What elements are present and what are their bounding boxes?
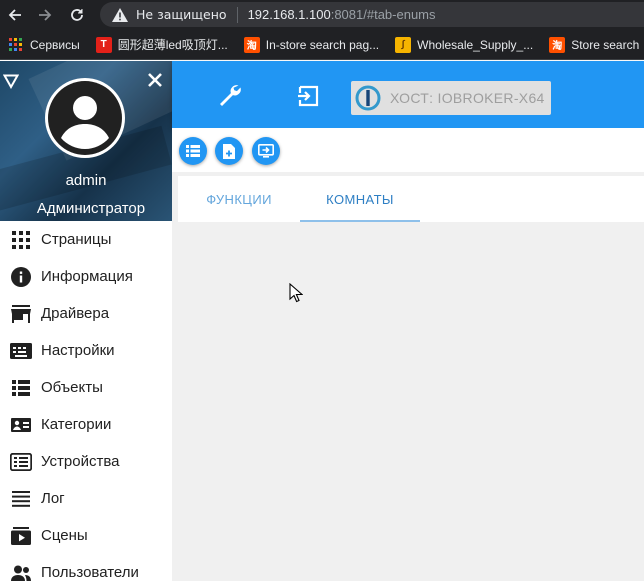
url-field[interactable]: Не защищено 192.168.1.100:8081/#tab-enum… bbox=[100, 2, 644, 27]
host-selector[interactable]: ХОСТ: IOBROKER-X64 bbox=[351, 81, 551, 115]
user-role: Администратор bbox=[36, 200, 146, 217]
sidebar: admin Администратор Страницы Информация bbox=[0, 61, 172, 581]
menu-item-categories[interactable]: Категории bbox=[0, 406, 172, 443]
tab-bar: ФУНКЦИИ КОМНАТЫ bbox=[178, 176, 644, 222]
menu-item-label: Драйвера bbox=[41, 305, 110, 322]
device-list-icon bbox=[10, 451, 32, 473]
apps-grid-icon bbox=[8, 37, 24, 53]
menu-item-label: Настройки bbox=[41, 342, 115, 359]
menu-item-log[interactable]: Лог bbox=[0, 480, 172, 517]
menu-item-drivers[interactable]: Драйвера bbox=[0, 295, 172, 332]
t-brand-icon: T bbox=[95, 36, 112, 53]
main-menu: Страницы Информация Драйвера Настройки О… bbox=[0, 221, 172, 581]
menu-item-label: Пользователи bbox=[41, 564, 139, 581]
menu-item-label: Сцены bbox=[41, 527, 88, 544]
url-divider bbox=[236, 6, 238, 23]
arrow-left-icon bbox=[8, 9, 21, 21]
tab-functions[interactable]: ФУНКЦИИ bbox=[178, 176, 300, 222]
bookmark-instore-search[interactable]: 淘 In-store search pag... bbox=[236, 31, 387, 59]
taobao-icon: 淘 bbox=[549, 36, 566, 53]
triangle-down-icon[interactable] bbox=[3, 73, 19, 89]
menu-item-label: Лог bbox=[41, 490, 65, 507]
logout-button[interactable] bbox=[296, 83, 322, 109]
mouse-cursor-icon bbox=[289, 283, 303, 303]
logout-icon bbox=[298, 85, 319, 107]
grid-icon bbox=[10, 229, 32, 251]
back-button[interactable] bbox=[4, 4, 26, 26]
list-view-button[interactable] bbox=[179, 137, 207, 165]
menu-item-settings[interactable]: Настройки bbox=[0, 332, 172, 369]
menu-item-label: Страницы bbox=[41, 231, 112, 248]
log-lines-icon bbox=[10, 488, 32, 510]
add-enum-button[interactable] bbox=[215, 137, 243, 165]
user-profile-panel: admin Администратор bbox=[0, 61, 172, 221]
avatar bbox=[45, 78, 125, 158]
security-label[interactable]: Не защищено bbox=[136, 7, 227, 22]
users-icon bbox=[10, 562, 32, 581]
bookmark-label: 圆形超薄led吸顶灯... bbox=[117, 38, 228, 52]
bookmark-store-search[interactable]: 淘 Store search bbox=[541, 31, 644, 59]
add-to-screen-button[interactable] bbox=[252, 137, 280, 165]
bookmark-label: Сервисы bbox=[30, 37, 80, 52]
user-name: admin bbox=[65, 172, 107, 189]
menu-item-scenes[interactable]: Сцены bbox=[0, 517, 172, 554]
menu-item-label: Категории bbox=[41, 416, 112, 433]
forward-button[interactable] bbox=[34, 4, 56, 26]
menu-item-objects[interactable]: Объекты bbox=[0, 369, 172, 406]
app-toolbar: ХОСТ: IOBROKER-X64 bbox=[172, 61, 644, 128]
bookmark-lamp[interactable]: T 圆形超薄led吸顶灯... bbox=[88, 31, 236, 59]
scene-icon bbox=[10, 525, 32, 547]
browser-address-bar: Не защищено 192.168.1.100:8081/#tab-enum… bbox=[0, 0, 644, 30]
menu-item-label: Устройства bbox=[41, 453, 120, 470]
content-area: ФУНКЦИИ КОМНАТЫ bbox=[172, 128, 644, 581]
wrench-button[interactable] bbox=[217, 83, 243, 109]
list-icon bbox=[10, 377, 32, 399]
tab-active-indicator bbox=[300, 220, 420, 222]
warning-icon bbox=[112, 7, 128, 22]
user-avatar-icon bbox=[48, 81, 122, 155]
tab-rooms[interactable]: КОМНАТЫ bbox=[300, 176, 420, 222]
folder-icon: ∫ bbox=[395, 36, 412, 53]
menu-item-users[interactable]: Пользователи bbox=[0, 554, 172, 581]
category-card-icon bbox=[10, 414, 32, 436]
add-document-icon bbox=[223, 143, 235, 159]
bookmarks-bar: Сервисы T 圆形超薄led吸顶灯... 淘 In-store searc… bbox=[0, 30, 644, 60]
bookmark-label: Store search bbox=[571, 37, 640, 52]
bookmark-wholesale[interactable]: ∫ Wholesale_Supply_... bbox=[387, 31, 541, 59]
menu-item-devices[interactable]: Устройства bbox=[0, 443, 172, 480]
menu-item-label: Объекты bbox=[41, 379, 103, 396]
reload-button[interactable] bbox=[66, 4, 88, 26]
list-icon bbox=[186, 145, 200, 157]
menu-item-pages[interactable]: Страницы bbox=[0, 221, 172, 258]
tab-label: ФУНКЦИИ bbox=[206, 191, 272, 207]
store-icon bbox=[10, 303, 32, 325]
action-bar bbox=[172, 128, 644, 172]
wrench-icon bbox=[220, 85, 241, 106]
arrow-right-icon bbox=[39, 9, 52, 21]
keyboard-icon bbox=[10, 340, 32, 362]
bookmark-label: In-store search pag... bbox=[265, 37, 380, 52]
close-icon[interactable] bbox=[146, 71, 164, 89]
bookmark-services[interactable]: Сервисы bbox=[0, 31, 88, 59]
url-host: 192.168.1.100 bbox=[247, 7, 331, 22]
menu-item-label: Информация bbox=[41, 268, 133, 285]
url-path: :8081/#tab-enums bbox=[330, 7, 436, 22]
menu-item-info[interactable]: Информация bbox=[0, 258, 172, 295]
bookmark-label: Wholesale_Supply_... bbox=[417, 37, 534, 52]
tab-label: КОМНАТЫ bbox=[326, 191, 394, 207]
add-to-screen-icon bbox=[258, 144, 274, 158]
iobroker-logo-icon bbox=[355, 85, 381, 111]
taobao-icon: 淘 bbox=[243, 36, 260, 53]
host-label: ХОСТ: IOBROKER-X64 bbox=[390, 90, 545, 106]
info-icon bbox=[10, 266, 32, 288]
reload-icon bbox=[71, 9, 83, 21]
